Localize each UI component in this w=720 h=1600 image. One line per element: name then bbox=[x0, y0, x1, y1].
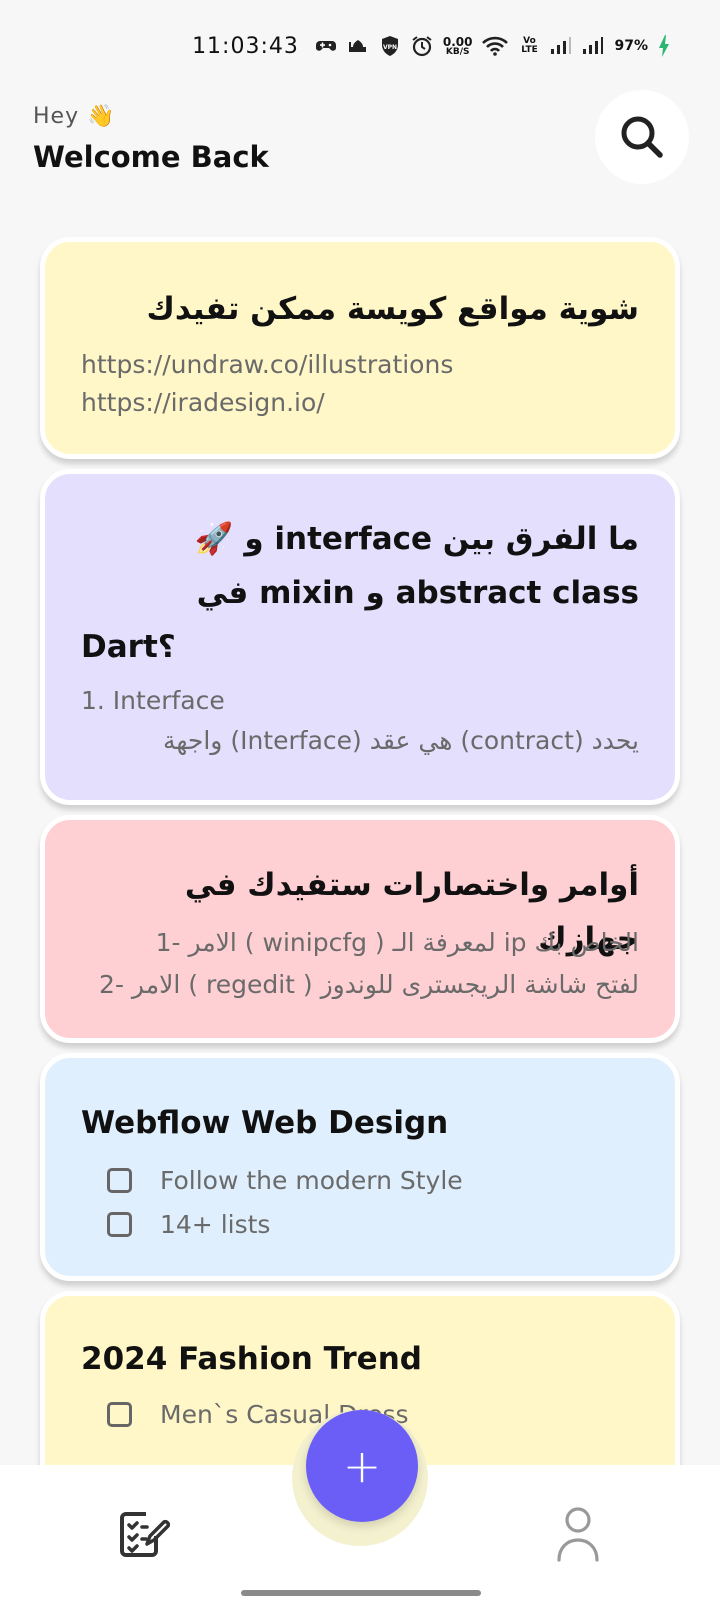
greeting-text: Hey 👋 bbox=[33, 104, 116, 129]
checkbox[interactable] bbox=[107, 1402, 132, 1427]
checklist-item[interactable]: Follow the modern Style bbox=[107, 1166, 463, 1195]
search-icon bbox=[621, 116, 663, 158]
note-body-line: 1. Interface bbox=[81, 686, 225, 715]
note-title: 2024 Fashion Trend bbox=[81, 1341, 422, 1377]
note-body-line: الخاص بك ip لمعرفة الـ ( winipcfg ) الام… bbox=[155, 928, 639, 957]
note-body-line: لفتح شاشة الريجسترى للوندوز ( regedit ) … bbox=[99, 970, 639, 999]
volte-icon: Vo LTE bbox=[521, 36, 538, 55]
alarm-icon bbox=[411, 35, 433, 57]
status-time: 11:03:43 bbox=[192, 33, 299, 59]
note-card[interactable]: شوية مواقع كويسة ممكن تفيدك https://undr… bbox=[40, 237, 680, 459]
nav-profile-tab[interactable] bbox=[556, 1506, 600, 1562]
vpn-icon: VPN bbox=[379, 35, 401, 57]
note-title: Webflow Web Design bbox=[81, 1105, 449, 1141]
game-controller-icon bbox=[315, 38, 337, 54]
note-title-line: ما الفرق بين interface و 🚀 bbox=[194, 521, 639, 557]
status-icons: VPN 0.00 KB/S Vo LTE 97% bbox=[315, 35, 670, 57]
home-indicator[interactable] bbox=[241, 1590, 481, 1596]
status-bar: 11:03:43 VPN 0.00 KB/S Vo LTE 97% bbox=[0, 0, 720, 92]
network-speed-unit: KB/S bbox=[445, 46, 470, 57]
add-note-button[interactable]: + bbox=[306, 1410, 418, 1522]
checkbox[interactable] bbox=[107, 1212, 132, 1237]
note-title-line: abstract class و mixin في bbox=[196, 575, 639, 611]
note-title: شوية مواقع كويسة ممكن تفيدك bbox=[146, 291, 639, 327]
search-button[interactable] bbox=[595, 90, 689, 184]
note-card[interactable]: أوامر واختصارات ستفيدك في جهازك الخاص بك… bbox=[40, 815, 680, 1043]
notes-icon bbox=[120, 1512, 171, 1557]
checklist-item[interactable]: 14+ lists bbox=[107, 1210, 270, 1239]
checklist-item-label: Follow the modern Style bbox=[160, 1166, 463, 1195]
signal-strength-2-icon bbox=[582, 37, 604, 55]
note-body-line: يحدد (contract) هي عقد (Interface) واجهة bbox=[162, 726, 639, 755]
mosque-app-icon bbox=[347, 37, 369, 55]
plus-icon: + bbox=[342, 1439, 382, 1493]
signal-strength-1-icon bbox=[550, 37, 572, 55]
network-speed-value: 0.00 bbox=[442, 34, 473, 49]
checkbox[interactable] bbox=[107, 1168, 132, 1193]
wifi-icon bbox=[482, 36, 509, 56]
note-card[interactable]: ما الفرق بين interface و 🚀 abstract clas… bbox=[40, 469, 680, 805]
checklist-item-label: 14+ lists bbox=[160, 1210, 271, 1239]
vpn-label: VPN bbox=[383, 44, 397, 51]
note-card[interactable]: Webflow Web Design Follow the modern Sty… bbox=[40, 1053, 680, 1281]
network-speed: 0.00 KB/S bbox=[443, 36, 473, 57]
page-title: Welcome Back bbox=[33, 140, 269, 174]
profile-icon bbox=[557, 1507, 599, 1562]
battery-percent: 97% bbox=[614, 38, 648, 54]
note-body-line: https://iradesign.io/ bbox=[81, 388, 325, 417]
note-body-line: https://undraw.co/illustrations bbox=[81, 350, 454, 379]
charging-icon bbox=[658, 35, 670, 57]
note-title-line: Dart؟ bbox=[81, 629, 176, 665]
nav-notes-tab[interactable] bbox=[118, 1508, 171, 1560]
